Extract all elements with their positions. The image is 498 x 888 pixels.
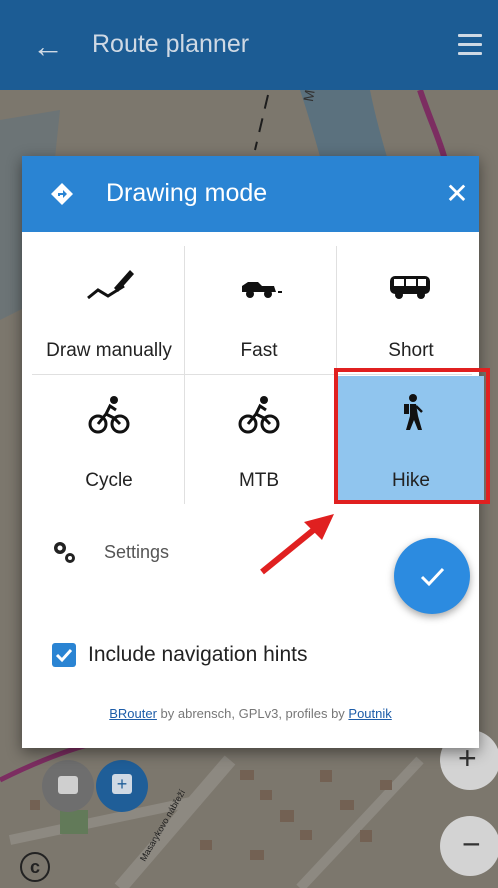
mode-label: Short (388, 340, 434, 361)
dialog-header: Drawing mode ✕ (22, 156, 479, 232)
page-title: Route planner (92, 30, 250, 58)
mountain-bike-icon (238, 396, 280, 434)
mode-label: MTB (238, 470, 280, 491)
credits-line: BRouter by abrensch, GPLv3, profiles by … (22, 706, 479, 721)
mode-grid: Draw manually Fast Short Cycle MTB Hike (32, 246, 490, 504)
check-icon (420, 567, 445, 587)
settings-gears-icon (54, 542, 75, 563)
copyright-icon[interactable]: c (20, 852, 50, 882)
comment-icon (58, 776, 78, 794)
mode-mtb[interactable]: MTB (186, 376, 332, 500)
mode-short[interactable]: Short (338, 246, 484, 370)
minus-icon: − (462, 826, 481, 862)
add-comment-icon: + (112, 774, 132, 794)
mode-cycle[interactable]: Cycle (36, 376, 182, 500)
bicycle-icon (88, 396, 130, 434)
annotation-arrow (260, 514, 334, 575)
poutnik-link[interactable]: Poutnik (348, 706, 391, 721)
selection-highlight (334, 368, 490, 504)
draw-manually-icon (87, 270, 134, 300)
checkmark-icon (55, 648, 73, 663)
brouter-link[interactable]: BRouter (109, 706, 157, 721)
zoom-out-button[interactable]: − (440, 816, 498, 876)
mode-label: Draw manually (46, 340, 172, 361)
credits-text: by abrensch, GPLv3, profiles by (156, 706, 349, 721)
mode-label: Cycle (85, 470, 133, 491)
map-button-left[interactable] (42, 760, 94, 812)
mode-draw-manually[interactable]: Draw manually (36, 246, 182, 370)
hamburger-menu-icon[interactable] (458, 34, 482, 56)
dialog-title: Drawing mode (106, 179, 268, 207)
close-icon[interactable]: ✕ (442, 174, 472, 214)
car-icon (242, 282, 282, 298)
back-arrow-icon[interactable]: ← (32, 28, 68, 64)
settings-label: Settings (104, 542, 170, 562)
van-icon (390, 276, 430, 299)
route-diamond-icon (51, 183, 73, 205)
include-hints-label: Include navigation hints (88, 643, 308, 666)
app-bar: ← Route planner (0, 0, 498, 90)
drawing-mode-dialog: Drawing mode ✕ Draw manually Fast Short … (22, 156, 490, 748)
mode-fast[interactable]: Fast (186, 246, 332, 370)
grid-divider (184, 246, 185, 504)
include-hints-checkbox[interactable] (52, 643, 76, 667)
add-point-button[interactable]: + (96, 760, 148, 812)
confirm-button[interactable] (394, 538, 470, 614)
mode-label: Fast (240, 340, 278, 361)
